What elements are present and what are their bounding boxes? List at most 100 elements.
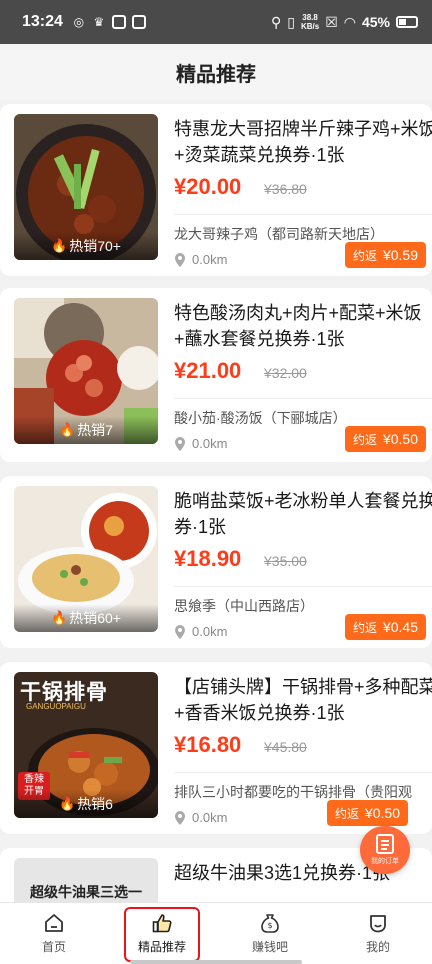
- image-title: 超级牛油果三选一: [30, 884, 142, 900]
- rebate-badge[interactable]: 约返 ¥0.45: [344, 614, 426, 640]
- sales-count: 热销60+: [69, 610, 121, 626]
- fire-icon: 🔥: [51, 610, 68, 625]
- product-title[interactable]: 脆哨盐菜饭+老冰粉单人套餐兑换 券·1张: [174, 488, 432, 540]
- product-image[interactable]: 超级牛油果三选一: [14, 858, 158, 902]
- shop-name[interactable]: 排队三小时都要吃的干锅排骨（贵阳观: [174, 782, 412, 802]
- divider: [174, 398, 432, 399]
- home-indicator[interactable]: [130, 960, 302, 964]
- product-title[interactable]: 特色酸汤肉丸+肉片+配菜+米饭 +蘸水套餐兑换券·1张: [174, 300, 432, 352]
- rebate-label: 约返: [352, 620, 377, 635]
- tab-recommended[interactable]: 精品推荐: [108, 903, 216, 964]
- original-price: ¥35.00: [264, 553, 307, 569]
- fire-icon: 🔥: [51, 238, 68, 253]
- distance: 0.0km: [192, 252, 228, 267]
- divider: [174, 586, 432, 587]
- product-list[interactable]: 🔥 热销70+ 特惠龙大哥招牌半斤辣子鸡+米饭 +烫菜蔬菜兑换券·1张 ¥20.…: [0, 104, 432, 902]
- title-line-2: 券·1张: [174, 517, 227, 537]
- divider: [174, 214, 432, 215]
- product-title[interactable]: 特惠龙大哥招牌半斤辣子鸡+米饭 +烫菜蔬菜兑换券·1张: [174, 116, 432, 168]
- location-pin-icon: [175, 436, 185, 451]
- speed-value: 38.8: [302, 13, 318, 22]
- divider: [174, 772, 432, 773]
- battery-icon: [396, 16, 418, 28]
- title-line-2: +烫菜蔬菜兑换券·1张: [174, 145, 345, 165]
- bottom-tab-bar: 首页 精品推荐 $ 赚钱吧 我的: [0, 902, 432, 964]
- product-image[interactable]: 干锅排骨 GANGUOPAIGU 香辣 开胃 🔥 热销6: [14, 672, 158, 818]
- image-subtitle: GANGUOPAIGU: [26, 702, 86, 711]
- vibrate-icon: ▯: [287, 13, 295, 30]
- location-icon: ⚲: [270, 13, 282, 30]
- rebate-label: 约返: [352, 248, 377, 263]
- selected-tab-highlight: [124, 907, 200, 962]
- distance-row: 0.0km: [174, 810, 227, 825]
- tab-home[interactable]: 首页: [0, 903, 108, 964]
- product-card[interactable]: 🔥 热销7 特色酸汤肉丸+肉片+配菜+米饭 +蘸水套餐兑换券·1张 ¥21.00…: [0, 288, 432, 462]
- title-line-1: 特色酸汤肉丸+肉片+配菜+米饭: [174, 303, 422, 323]
- title-line-1: 脆哨盐菜饭+老冰粉单人套餐兑换: [174, 491, 432, 511]
- product-image[interactable]: 🔥 热销70+: [14, 114, 158, 260]
- tab-label: 首页: [41, 940, 66, 954]
- tab-mine[interactable]: 我的: [324, 903, 432, 964]
- title-line-2: +香香米饭兑换券·1张: [174, 703, 345, 723]
- speed-unit: KB/s: [300, 22, 320, 31]
- distance: 0.0km: [192, 810, 228, 825]
- tab-label: 我的: [365, 940, 390, 954]
- my-orders-label: 我的订单: [371, 858, 399, 865]
- sales-badge: 🔥 热销60+: [14, 608, 158, 628]
- fire-icon: 🔥: [59, 422, 76, 437]
- rebate-label: 约返: [334, 806, 359, 821]
- title-line-1: 特惠龙大哥招牌半斤辣子鸡+米饭: [174, 119, 432, 139]
- product-card[interactable]: 🔥 热销70+ 特惠龙大哥招牌半斤辣子鸡+米饭 +烫菜蔬菜兑换券·1张 ¥20.…: [0, 104, 432, 276]
- rebate-badge[interactable]: 约返 ¥0.59: [344, 242, 426, 268]
- sales-count: 热销70+: [69, 238, 121, 254]
- title-line-2: +蘸水套餐兑换券·1张: [174, 329, 345, 349]
- product-price: ¥18.90: [174, 546, 242, 571]
- shop-name[interactable]: 思飨季（中山西路店）: [174, 596, 314, 616]
- status-time: 13:24: [22, 13, 63, 30]
- sales-badge: 🔥 热销70+: [14, 236, 158, 256]
- location-pin-icon: [175, 624, 185, 639]
- profile-face-icon: [370, 915, 386, 933]
- rebate-badge[interactable]: 约返 ¥0.50: [326, 800, 408, 826]
- crown-icon: ♛: [93, 15, 105, 29]
- distance-row: 0.0km: [174, 624, 227, 639]
- shop-name[interactable]: 酸小茄·酸汤饭（下郦城店）: [174, 408, 347, 428]
- app-icon: [111, 14, 127, 30]
- fire-icon: 🔥: [59, 796, 76, 811]
- rebate-amount: ¥0.50: [364, 805, 400, 821]
- page-header: 精品推荐: [0, 44, 432, 100]
- product-image[interactable]: 🔥 热销7: [14, 298, 158, 444]
- location-pin-icon: [175, 810, 185, 825]
- battery-percent: 45%: [361, 14, 390, 30]
- my-orders-button[interactable]: 我的订单: [360, 826, 410, 874]
- rebate-badge[interactable]: 约返 ¥0.50: [344, 426, 426, 452]
- sales-count: 热销6: [77, 796, 113, 812]
- home-icon: [45, 914, 63, 932]
- tab-earn[interactable]: $ 赚钱吧: [216, 903, 324, 964]
- rebate-amount: ¥0.59: [382, 247, 418, 263]
- product-price: ¥20.00: [174, 174, 242, 199]
- original-price: ¥32.00: [264, 365, 307, 381]
- rebate-amount: ¥0.45: [382, 619, 418, 635]
- sales-badge: 🔥 热销7: [14, 420, 158, 440]
- svg-text:$: $: [267, 921, 272, 930]
- wifi-icon: ◠: [343, 13, 356, 30]
- sim-icon: ☒: [325, 13, 338, 30]
- product-image[interactable]: 🔥 热销60+: [14, 486, 158, 632]
- distance: 0.0km: [192, 436, 228, 451]
- location-pin-icon: [175, 252, 185, 267]
- sales-count: 热销7: [77, 422, 113, 438]
- shop-name[interactable]: 龙大哥辣子鸡（都司路新天地店）: [174, 224, 384, 244]
- distance-row: 0.0km: [174, 436, 227, 451]
- product-card[interactable]: 干锅排骨 GANGUOPAIGU 香辣 开胃 🔥 热销6 【店铺头牌】干锅排骨+…: [0, 662, 432, 834]
- page-title: 精品推荐: [176, 63, 256, 86]
- product-card[interactable]: 🔥 热销60+ 脆哨盐菜饭+老冰粉单人套餐兑换 券·1张 ¥18.90 ¥35.…: [0, 476, 432, 648]
- rebate-label: 约返: [352, 432, 377, 447]
- network-speed: 38.8 KB/s: [301, 13, 319, 31]
- status-bar: 13:24 ◎ ♛ ⚲ ▯ 38.8 KB/s ☒ ◠ 45%: [0, 0, 432, 44]
- original-price: ¥45.80: [264, 739, 307, 755]
- distance: 0.0km: [192, 624, 228, 639]
- original-price: ¥36.80: [264, 181, 307, 197]
- product-title[interactable]: 【店铺头牌】干锅排骨+多种配菜 +香香米饭兑换券·1张: [174, 674, 432, 726]
- rebate-amount: ¥0.50: [382, 431, 418, 447]
